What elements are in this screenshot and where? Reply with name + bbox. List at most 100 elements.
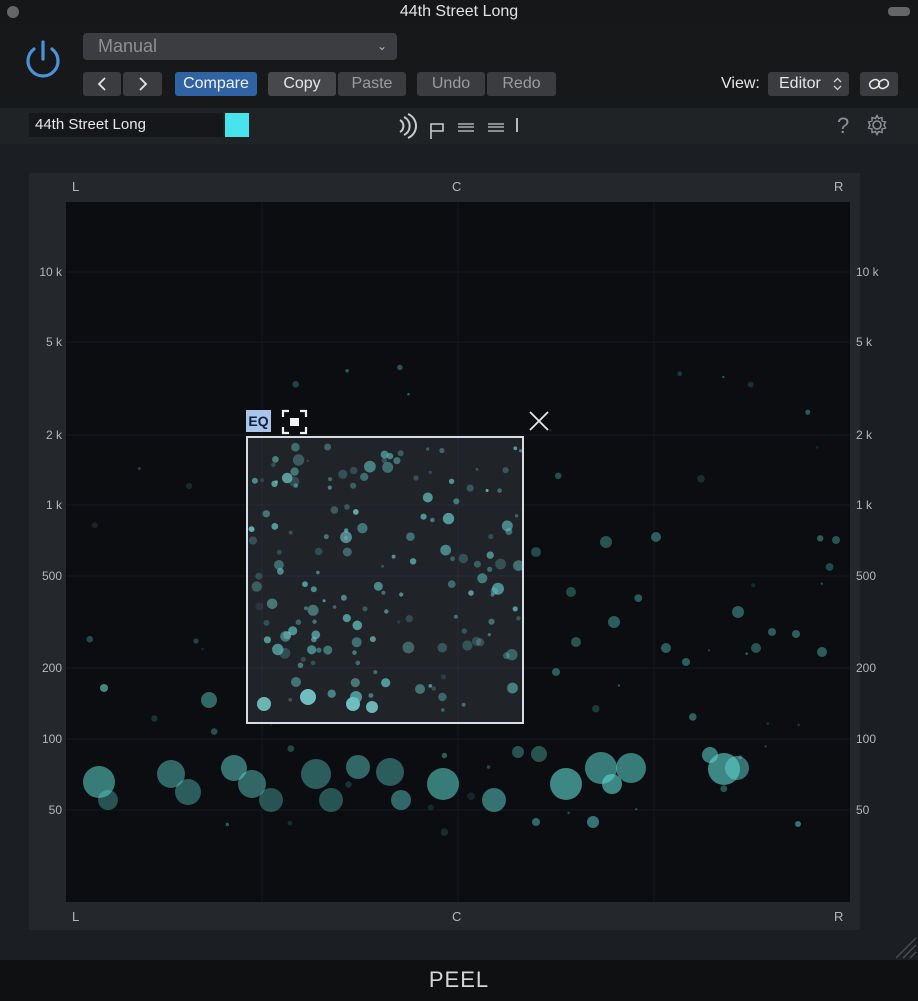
expand-icon[interactable]	[281, 409, 308, 435]
spectrum-blob	[201, 647, 204, 651]
spectrum-blob	[682, 658, 690, 666]
spectrum-blob	[554, 472, 562, 480]
spectrum-blob	[766, 722, 770, 725]
freq-label-right-500: 500	[856, 569, 877, 583]
spectrum-blob	[571, 637, 581, 647]
spectrum-blob	[225, 822, 229, 827]
freq-label-left-200: 200	[41, 661, 62, 675]
preset-value: Manual	[98, 36, 158, 56]
spectrum-blob	[817, 535, 824, 542]
spectrum-blob	[482, 788, 506, 812]
gear-icon[interactable]	[866, 114, 888, 136]
spectrum-blob	[86, 635, 94, 643]
view-dropdown[interactable]: Editor	[768, 72, 849, 96]
updown-chevron-icon	[833, 77, 842, 91]
freq-label-right-5k: 5 k	[856, 335, 873, 349]
undo-button[interactable]: Undo	[417, 72, 485, 96]
freq-label-left-2k: 2 k	[45, 428, 62, 442]
link-icon	[868, 78, 890, 90]
top-center-label: C	[452, 179, 462, 194]
spectrum-blob	[820, 582, 823, 585]
spectrum-blob	[600, 536, 612, 548]
spectrum-blob	[635, 808, 638, 811]
freq-label-left-50: 50	[48, 803, 62, 817]
spectrum-blob	[407, 392, 410, 396]
link-button[interactable]	[860, 72, 898, 96]
resize-grip-icon[interactable]	[888, 930, 918, 960]
freq-label-left-1k: 1 k	[45, 498, 62, 512]
window-fullscreen-pill[interactable]	[888, 7, 910, 16]
freq-label-left-10k: 10 k	[39, 265, 62, 279]
spectrum-blob	[722, 375, 725, 379]
paste-button[interactable]: Paste	[338, 72, 406, 96]
spectrum-blob	[532, 818, 540, 826]
freq-label-right-50: 50	[856, 803, 870, 817]
spectrum-blob	[817, 647, 827, 657]
spectrum-blob	[201, 692, 217, 708]
window-close-dot[interactable]	[7, 6, 19, 18]
spectrum-blob	[747, 381, 754, 388]
spectrum-blob	[815, 445, 819, 449]
spectrum-blob	[745, 652, 749, 656]
spectrum-blob	[151, 715, 158, 722]
next-preset-button[interactable]	[123, 72, 162, 96]
freq-label-right-200: 200	[856, 661, 877, 675]
freq-label-left-5k: 5 k	[45, 335, 62, 349]
spectrum-blob	[301, 759, 331, 789]
spectrum-blob	[486, 765, 491, 769]
spectrum-blob	[137, 467, 141, 470]
freq-label-right-10k: 10 k	[856, 265, 879, 279]
spectrum-blob	[531, 547, 541, 557]
peel-logo	[399, 113, 518, 139]
spectrum-blob	[292, 381, 299, 388]
bottom-right-label: R	[834, 909, 844, 924]
chevron-right-icon	[138, 77, 147, 91]
spectrum-blob	[725, 756, 749, 780]
spectrum-blob	[792, 630, 800, 638]
compare-button[interactable]: Compare	[175, 72, 257, 96]
spectrum-blob	[720, 785, 728, 793]
view-value: Editor	[779, 75, 821, 92]
host-toolbar: Manual ⌄ Compare Copy Paste Undo Redo Vi…	[0, 24, 918, 108]
footer-bar: PEEL	[0, 960, 918, 1001]
spectrum-blob	[751, 583, 756, 588]
spectrum-blob	[91, 522, 98, 529]
spectrum-blob	[531, 746, 547, 762]
spectrum-blob	[427, 768, 459, 800]
spectrum-blob	[832, 536, 840, 544]
freq-label-right-100: 100	[856, 732, 877, 746]
spectrum-blob	[567, 811, 570, 815]
copy-button[interactable]: Copy	[268, 72, 336, 96]
view-label: View:	[721, 75, 760, 92]
spectrum-blob	[391, 790, 411, 810]
spectrum-blob	[797, 723, 800, 727]
spectrum-blob	[193, 638, 199, 644]
redo-button[interactable]: Redo	[487, 72, 556, 96]
spectrum-blob	[708, 649, 711, 652]
spectrum-blob	[616, 753, 646, 783]
preset-dropdown[interactable]: Manual ⌄	[83, 33, 397, 60]
spectrum-blob	[795, 821, 801, 827]
plugin-header: 44th Street Long ?	[0, 108, 918, 144]
help-icon[interactable]: ?	[837, 112, 849, 140]
spectrum-blob	[550, 768, 582, 800]
power-icon[interactable]	[20, 37, 66, 83]
chevron-down-icon: ⌄	[376, 39, 387, 53]
spectrum-blob	[210, 728, 218, 735]
freq-label-right-1k: 1 k	[856, 498, 873, 512]
color-swatch[interactable]	[225, 113, 249, 137]
eq-badge[interactable]: EQ	[246, 410, 271, 432]
spectrum-blob	[738, 755, 743, 760]
spectrum-blob	[592, 705, 600, 713]
spectrum-blob	[287, 820, 293, 826]
spectrum-blob	[345, 781, 352, 788]
spectrum-blob	[768, 628, 776, 636]
eq-region-box[interactable]	[246, 436, 524, 724]
spectrum-blob	[346, 755, 370, 779]
close-icon[interactable]	[528, 410, 550, 432]
previous-preset-button[interactable]	[83, 72, 121, 96]
freq-label-left-500: 500	[41, 569, 62, 583]
bottom-left-label: L	[72, 909, 80, 924]
spectrum-blob	[805, 409, 811, 415]
preset-name-field[interactable]: 44th Street Long	[29, 113, 223, 137]
